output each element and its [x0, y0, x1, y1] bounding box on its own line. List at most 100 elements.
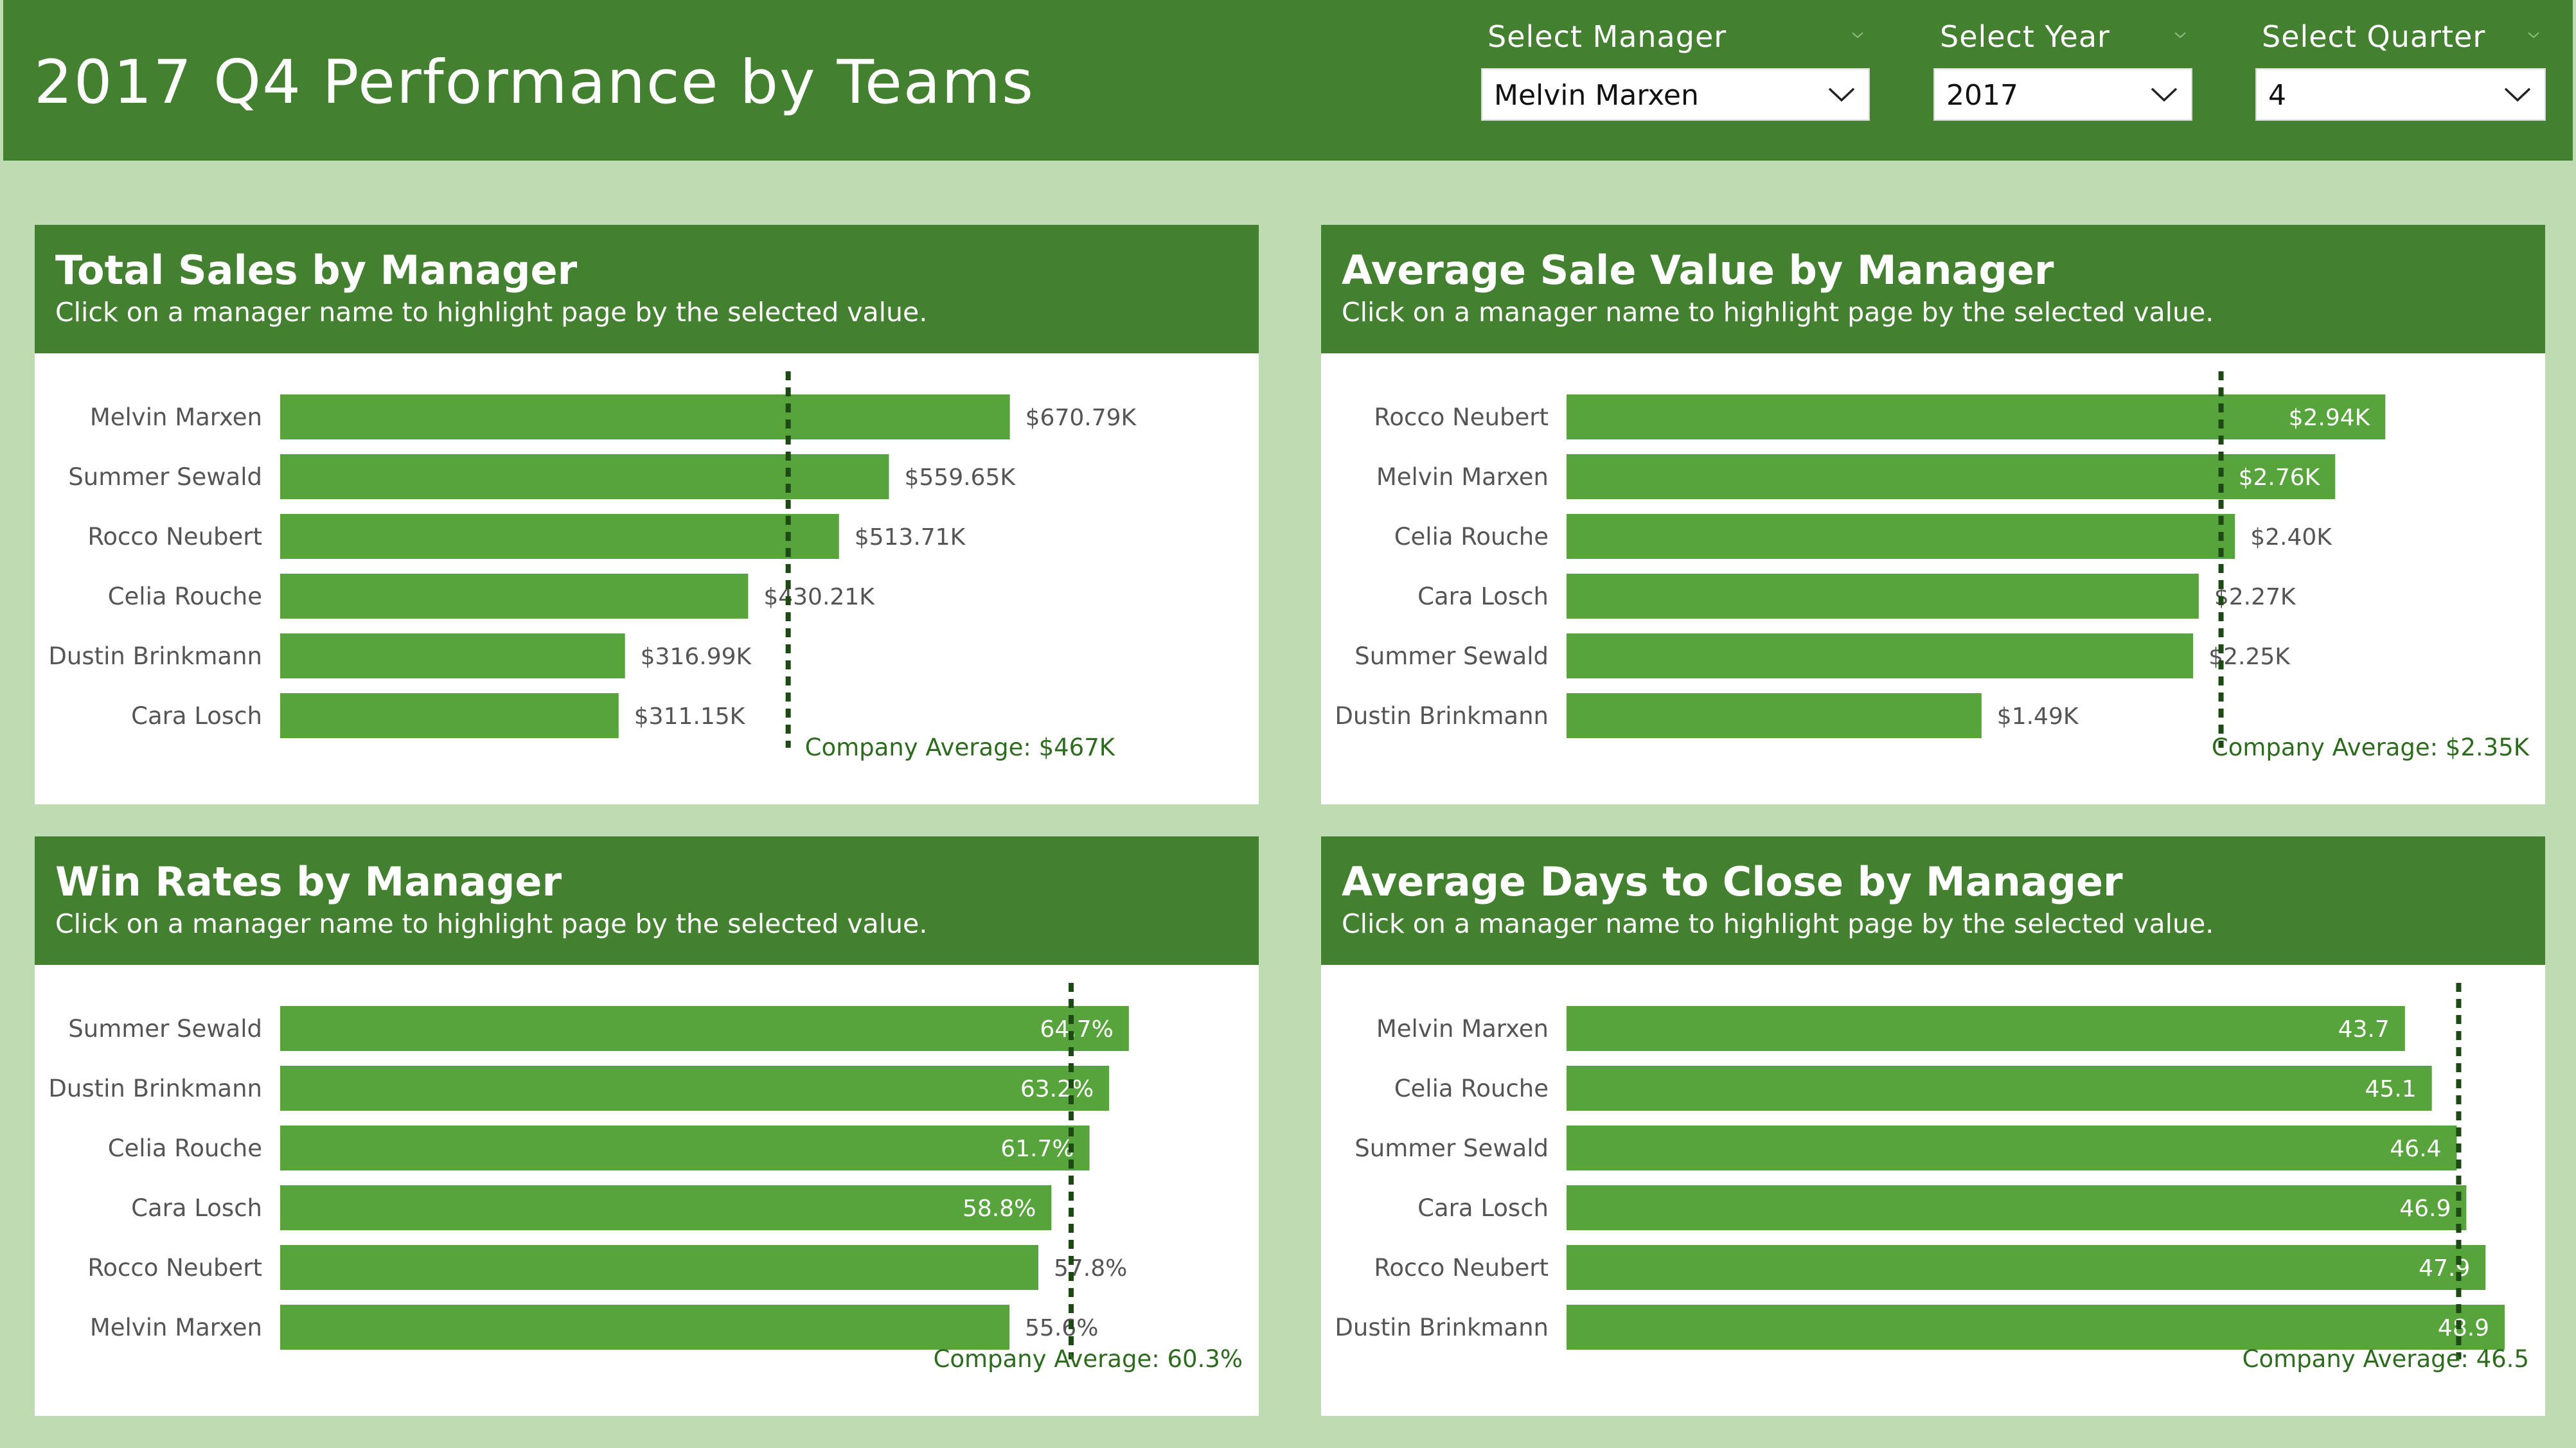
value-label: 46.4: [2390, 1136, 2441, 1162]
category-label[interactable]: Rocco Neubert: [1374, 403, 1549, 431]
value-label: $1.49K: [1997, 703, 2079, 730]
bar-cara-losch[interactable]: [280, 693, 619, 738]
bar-rocco-neubert[interactable]: [1567, 394, 2386, 439]
category-label[interactable]: Cara Losch: [131, 702, 262, 730]
win-rates-chart: Summer Sewald 64.7% Dustin Brinkmann 63.2% C…: [48, 983, 1243, 1373]
category-label[interactable]: Melvin Marxen: [90, 403, 262, 431]
bar-summer-sewald[interactable]: [1567, 633, 2194, 678]
value-label: $2.27K: [2214, 584, 2296, 610]
company-average-label: Company Average: $467K: [805, 734, 1116, 761]
panel-subtitle: Click on a manager name to highlight pag…: [55, 908, 928, 939]
panel-header: Average Sale Value by Manager Click on a…: [1321, 225, 2545, 353]
category-label[interactable]: Rocco Neubert: [87, 523, 262, 551]
bar-cara-losch[interactable]: [280, 1185, 1052, 1230]
category-label[interactable]: Summer Sewald: [68, 463, 262, 491]
value-label: 47.9: [2419, 1255, 2470, 1282]
panel-title: Average Days to Close by Manager: [1342, 858, 2123, 905]
chevron-down-icon: [2504, 87, 2531, 102]
quarter-dropdown-value: 4: [2268, 79, 2286, 112]
panel-subtitle: Click on a manager name to highlight pag…: [1342, 297, 2214, 328]
average-days-to-close-chart: Melvin Marxen 43.7 Celia Rouche 45.1 Summer …: [1335, 983, 2529, 1373]
panel-header: Total Sales by Manager Click on a manage…: [35, 225, 1259, 353]
category-label[interactable]: Cara Losch: [131, 1194, 262, 1222]
bar-melvin-marxen[interactable]: [1567, 1006, 2405, 1051]
value-label: $311.15K: [634, 703, 746, 730]
value-label: 57.8%: [1054, 1255, 1127, 1282]
panel-title: Total Sales by Manager: [55, 247, 578, 294]
value-label: $316.99K: [641, 644, 752, 670]
value-label: $2.94K: [2289, 405, 2371, 431]
average-sale-value-chart: Rocco Neubert $2.94K Melvin Marxen $2.76K Ce…: [1335, 371, 2530, 761]
panel-subtitle: Click on a manager name to highlight pag…: [55, 297, 928, 328]
company-average-label: Company Average: 46.5: [2243, 1345, 2529, 1373]
bar-celia-rouche[interactable]: [280, 1126, 1090, 1170]
average-days-to-close-panel: Average Days to Close by Manager Click o…: [1321, 836, 2545, 1416]
quarter-dropdown[interactable]: 4: [2255, 68, 2546, 121]
value-label: 58.8%: [963, 1196, 1036, 1222]
value-label: 61.7%: [1000, 1136, 1074, 1162]
category-label[interactable]: Melvin Marxen: [1376, 1015, 1549, 1043]
bar-cara-losch[interactable]: [1567, 1185, 2467, 1230]
chevron-down-icon: [1828, 87, 1855, 102]
total-sales-panel: Total Sales by Manager Click on a manage…: [35, 225, 1259, 804]
bar-rocco-neubert[interactable]: [1567, 1245, 2486, 1290]
panel-title: Average Sale Value by Manager: [1342, 247, 2054, 294]
category-label[interactable]: Melvin Marxen: [1376, 463, 1549, 491]
category-label[interactable]: Rocco Neubert: [1374, 1254, 1549, 1282]
bar-melvin-marxen[interactable]: [280, 394, 1010, 439]
category-label[interactable]: Dustin Brinkmann: [48, 1075, 262, 1102]
company-average-label: Company Average: $2.35K: [2212, 734, 2530, 761]
category-label[interactable]: Celia Rouche: [108, 583, 262, 610]
bar-melvin-marxen[interactable]: [280, 1305, 1010, 1350]
bar-summer-sewald[interactable]: [280, 1006, 1129, 1051]
category-label[interactable]: Summer Sewald: [68, 1015, 262, 1043]
category-label[interactable]: Celia Rouche: [1394, 523, 1549, 551]
value-label: $559.65K: [904, 464, 1016, 491]
bar-celia-rouche[interactable]: [1567, 514, 2235, 559]
category-label[interactable]: Celia Rouche: [108, 1135, 262, 1162]
value-label: $513.71K: [855, 524, 966, 551]
category-label[interactable]: Rocco Neubert: [87, 1254, 262, 1282]
panel-header: Win Rates by Manager Click on a manager …: [35, 836, 1259, 965]
category-label[interactable]: Summer Sewald: [1355, 642, 1549, 670]
category-label[interactable]: Celia Rouche: [1394, 1075, 1549, 1102]
value-label: 43.7: [2338, 1016, 2390, 1043]
category-label[interactable]: Dustin Brinkmann: [1335, 1314, 1549, 1341]
chevron-down-icon: [2151, 87, 2178, 102]
bar-dustin-brinkmann[interactable]: [1567, 693, 1982, 738]
page-title: 2017 Q4 Performance by Teams: [34, 48, 1035, 118]
bar-celia-rouche[interactable]: [280, 574, 749, 619]
panel-header: Average Days to Close by Manager Click o…: [1321, 836, 2545, 965]
panel-subtitle: Click on a manager name to highlight pag…: [1342, 908, 2214, 939]
bar-summer-sewald[interactable]: [1567, 1126, 2457, 1170]
year-filter-label: Select Year: [1940, 19, 2110, 54]
bar-dustin-brinkmann[interactable]: [280, 633, 625, 678]
category-label[interactable]: Cara Losch: [1417, 583, 1549, 610]
value-label: 63.2%: [1020, 1076, 1094, 1102]
header-bar: 2017 Q4 Performance by Teams Select Mana…: [3, 0, 2573, 161]
bar-dustin-brinkmann[interactable]: [280, 1066, 1110, 1111]
chevron-down-icon[interactable]: [2527, 28, 2541, 42]
category-label[interactable]: Summer Sewald: [1355, 1135, 1549, 1162]
total-sales-chart: Melvin Marxen $670.79K Summer Sewald $559.6…: [48, 371, 1137, 761]
category-label[interactable]: Cara Losch: [1417, 1194, 1549, 1222]
chevron-down-icon[interactable]: [2173, 28, 2187, 42]
value-label: 45.1: [2365, 1076, 2416, 1102]
category-label[interactable]: Melvin Marxen: [90, 1314, 262, 1341]
category-label[interactable]: Dustin Brinkmann: [48, 642, 262, 670]
win-rates-panel: Win Rates by Manager Click on a manager …: [35, 836, 1259, 1416]
value-label: 46.9: [2399, 1196, 2451, 1222]
year-dropdown[interactable]: 2017: [1933, 68, 2192, 121]
chevron-down-icon[interactable]: [1851, 28, 1865, 42]
bar-cara-losch[interactable]: [1567, 574, 2199, 619]
category-label[interactable]: Dustin Brinkmann: [1335, 702, 1549, 730]
bar-rocco-neubert[interactable]: [280, 514, 839, 559]
bar-rocco-neubert[interactable]: [280, 1245, 1038, 1290]
bar-dustin-brinkmann[interactable]: [1567, 1305, 2505, 1350]
company-average-label: Company Average: 60.3%: [934, 1345, 1243, 1373]
value-label: 48.9: [2438, 1315, 2489, 1341]
bar-summer-sewald[interactable]: [280, 454, 889, 499]
bar-celia-rouche[interactable]: [1567, 1066, 2432, 1111]
manager-dropdown[interactable]: Melvin Marxen: [1481, 68, 1870, 121]
panel-title: Win Rates by Manager: [55, 858, 562, 905]
